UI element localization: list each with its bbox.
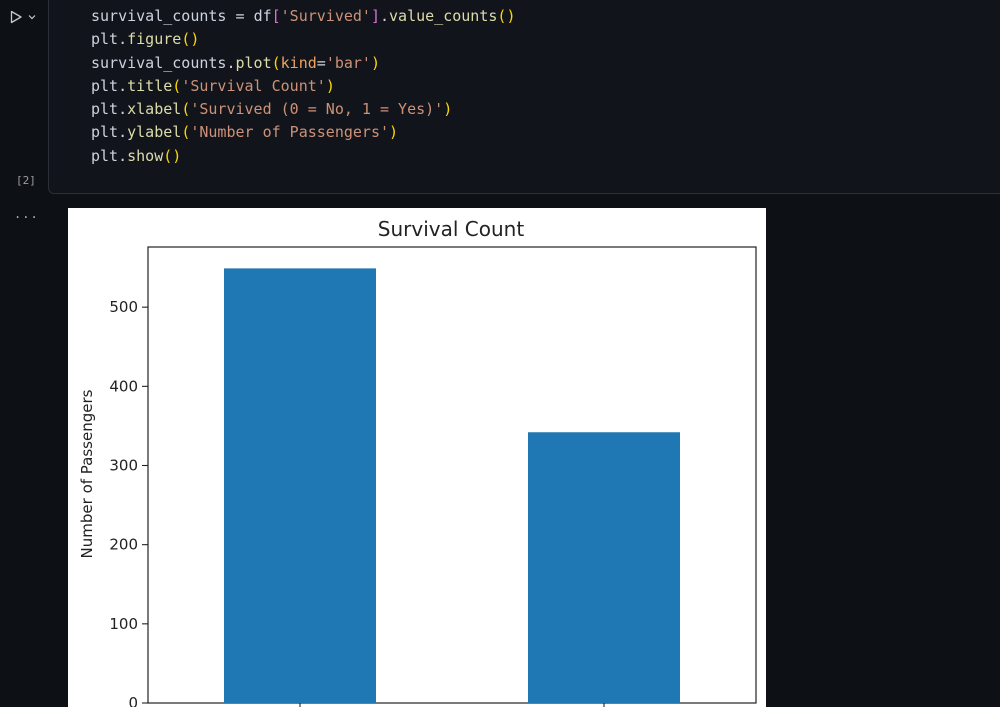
y-tick-label: 300: [109, 457, 138, 475]
chart-title: Survival Count: [378, 217, 525, 241]
chart-output: Survival Count 0 100 200 300 400 500 Number o…: [68, 208, 766, 707]
code-line[interactable]: plt.title('Survival Count'): [91, 75, 515, 98]
y-tick-label: 500: [109, 298, 138, 316]
bars: [224, 268, 680, 703]
play-icon[interactable]: [8, 9, 24, 25]
output-menu-ellipsis[interactable]: ...: [14, 207, 39, 221]
code-lines[interactable]: survival_counts = df['Survived'].value_c…: [91, 5, 515, 168]
code-line[interactable]: plt.figure(): [91, 28, 515, 51]
y-ticks: 0 100 200 300 400 500: [109, 298, 148, 707]
bar-0: [224, 268, 376, 703]
code-line[interactable]: survival_counts = df['Survived'].value_c…: [91, 5, 515, 28]
chevron-down-icon[interactable]: [27, 12, 37, 22]
code-line[interactable]: plt.ylabel('Number of Passengers'): [91, 121, 515, 144]
y-tick-label: 0: [128, 694, 138, 707]
y-axis-label: Number of Passengers: [78, 389, 96, 558]
notebook-page: [2] ... survival_counts = df['Survived']…: [0, 0, 1000, 707]
code-cell-editor[interactable]: survival_counts = df['Survived'].value_c…: [48, 0, 1000, 194]
execution-count: [2]: [16, 174, 36, 187]
code-line[interactable]: survival_counts.plot(kind='bar'): [91, 52, 515, 75]
y-tick-label: 200: [109, 536, 138, 554]
bar-1: [528, 432, 680, 703]
cell-gutter: [2] ...: [0, 0, 48, 707]
y-tick-label: 100: [109, 615, 138, 633]
run-cell-button[interactable]: [8, 7, 44, 27]
y-tick-label: 400: [109, 377, 138, 395]
code-line[interactable]: plt.xlabel('Survived (0 = No, 1 = Yes)'): [91, 98, 515, 121]
code-line[interactable]: plt.show(): [91, 145, 515, 168]
bar-chart: Survival Count 0 100 200 300 400 500 Number o…: [78, 217, 757, 707]
